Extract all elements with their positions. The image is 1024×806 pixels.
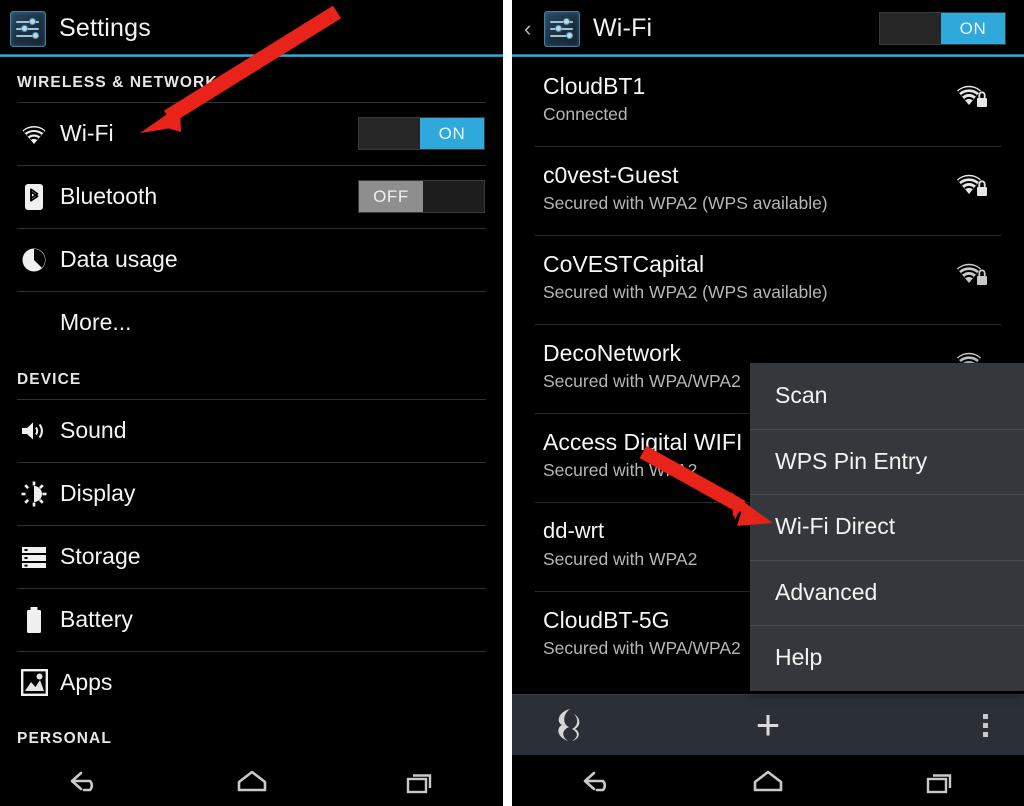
battery-icon (17, 605, 51, 635)
menu-item-wifi-direct[interactable]: Wi-Fi Direct (750, 494, 1024, 560)
wifi-network-item[interactable]: c0vest-Guest Secured with WPA2 (WPS avai… (512, 146, 1024, 235)
wifi-status: Secured with WPA2 (WPS available) (543, 193, 828, 213)
android-settings-screenshot: Settings WIRELESS & NETWORKS Wi-Fi ON Bl… (0, 0, 1024, 806)
section-header-device: DEVICE (17, 371, 82, 388)
menu-item-label: WPS Pin Entry (775, 447, 928, 474)
settings-sliders-icon (544, 10, 580, 47)
section-header-personal: PERSONAL (17, 730, 112, 747)
chevron-left-icon[interactable]: ‹ (524, 17, 542, 40)
menu-item-label: Scan (775, 382, 828, 409)
wps-push-button-icon (558, 709, 580, 741)
navigation-bar-left (0, 755, 503, 806)
menu-item-wps-pin-entry[interactable]: WPS Pin Entry (750, 428, 1024, 495)
apps-icon (17, 668, 51, 698)
settings-item-label: Battery (60, 606, 133, 632)
page-title: Settings (59, 14, 151, 42)
settings-action-bar: Settings (0, 0, 503, 57)
settings-item-bluetooth[interactable]: Bluetooth OFF (0, 165, 503, 228)
settings-panel: Settings WIRELESS & NETWORKS Wi-Fi ON Bl… (0, 0, 503, 806)
wifi-network-item[interactable]: CloudBT1 Connected (512, 57, 1024, 146)
menu-item-help[interactable]: Help (750, 625, 1024, 691)
menu-item-scan[interactable]: Scan (750, 363, 1024, 429)
settings-item-label: Data usage (60, 246, 178, 272)
wifi-ssid: CloudBT1 (543, 73, 646, 99)
wifi-panel: ‹ Wi-Fi ON CloudBT1 Connected c0vest-Gue… (512, 0, 1024, 806)
wifi-status: Secured with WPA2 (WPS available) (543, 282, 828, 302)
wifi-master-toggle-switch[interactable]: ON (879, 12, 1006, 45)
wifi-bottom-toolbar: + (512, 694, 1024, 755)
settings-item-label: More... (60, 309, 132, 335)
home-icon (753, 770, 783, 791)
home-icon (237, 770, 266, 791)
wifi-master-toggle-label: ON (941, 13, 1005, 44)
back-icon (584, 771, 607, 791)
menu-item-label: Wi-Fi Direct (775, 513, 896, 540)
settings-sliders-icon (10, 10, 46, 47)
nav-back-button[interactable] (0, 766, 168, 796)
wps-push-button[interactable] (512, 706, 681, 744)
settings-item-sound[interactable]: Sound (0, 399, 503, 462)
wifi-toggle-switch[interactable]: ON (358, 117, 485, 150)
panel-divider (503, 0, 512, 806)
storage-icon (17, 542, 51, 572)
menu-item-label: Advanced (775, 578, 878, 605)
sound-icon (17, 416, 51, 446)
plus-icon: + (755, 701, 781, 748)
nav-recents-button[interactable] (335, 766, 503, 796)
settings-item-storage[interactable]: Storage (0, 525, 503, 588)
settings-item-label: Sound (60, 417, 127, 443)
overflow-menu-button[interactable] (855, 713, 1024, 737)
display-icon (17, 479, 51, 509)
settings-item-label: Display (60, 480, 136, 506)
wifi-ssid: c0vest-Guest (543, 162, 679, 188)
bluetooth-toggle-switch[interactable]: OFF (358, 180, 485, 213)
wifi-signal-3-locked-icon (954, 259, 990, 289)
data-usage-icon (17, 245, 51, 275)
nav-recents-button[interactable] (853, 766, 1024, 796)
bluetooth-toggle-label: OFF (359, 181, 423, 212)
nav-home-button[interactable] (168, 766, 336, 796)
settings-item-more[interactable]: More... (0, 291, 503, 354)
settings-item-label: Wi-Fi (60, 120, 114, 146)
settings-list: WIRELESS & NETWORKS Wi-Fi ON Bluetooth O… (0, 57, 503, 758)
settings-item-wifi[interactable]: Wi-Fi ON (0, 102, 503, 165)
wifi-network-item[interactable]: CoVESTCapital Secured with WPA2 (WPS ava… (512, 235, 1024, 324)
wifi-overflow-menu: Scan WPS Pin Entry Wi-Fi Direct Advanced… (750, 363, 1024, 691)
section-header-wireless: WIRELESS & NETWORKS (17, 74, 230, 91)
settings-item-label: Storage (60, 543, 141, 569)
settings-item-label: Bluetooth (60, 183, 158, 209)
settings-item-label: Apps (60, 669, 113, 695)
page-title: Wi-Fi (593, 14, 653, 42)
wifi-action-bar: ‹ Wi-Fi ON (512, 0, 1024, 57)
overflow-menu-icon (982, 713, 988, 737)
wifi-signal-4-locked-icon (954, 81, 990, 111)
menu-item-label: Help (775, 644, 823, 671)
nav-home-button[interactable] (683, 766, 854, 796)
settings-item-data-usage[interactable]: Data usage (0, 228, 503, 291)
wifi-toggle-label: ON (420, 118, 484, 149)
wifi-ssid: CoVESTCapital (543, 251, 705, 277)
settings-item-apps[interactable]: Apps (0, 651, 503, 714)
wifi-icon (17, 119, 51, 149)
recents-icon (926, 773, 951, 793)
settings-item-battery[interactable]: Battery (0, 588, 503, 651)
nav-back-button[interactable] (512, 766, 683, 796)
add-network-button[interactable]: + (681, 701, 855, 748)
recents-icon (406, 773, 432, 793)
back-icon (70, 771, 93, 791)
bluetooth-icon (17, 182, 51, 212)
wifi-status: Connected (543, 104, 628, 124)
menu-item-advanced[interactable]: Advanced (750, 559, 1024, 626)
settings-item-display[interactable]: Display (0, 462, 503, 525)
wifi-signal-4-locked-icon (954, 170, 990, 200)
navigation-bar-right (512, 755, 1024, 806)
